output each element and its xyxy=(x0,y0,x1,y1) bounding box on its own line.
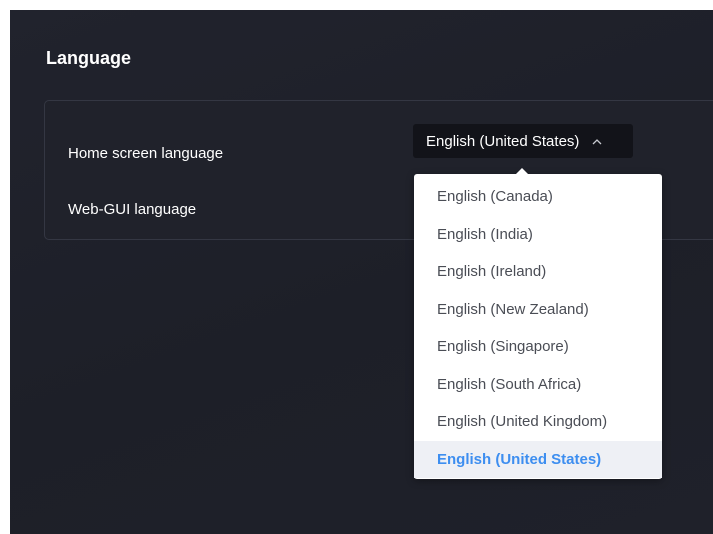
web-gui-language-label: Web-GUI language xyxy=(68,201,197,218)
section-title: Language xyxy=(46,48,132,68)
language-options-list: English (Canada) English (India) English… xyxy=(414,174,662,478)
language-option-selected[interactable]: English (United States) xyxy=(414,440,662,478)
language-option[interactable]: English (India) xyxy=(414,216,662,254)
language-option[interactable]: English (United Kingdom) xyxy=(414,403,662,441)
dropdown-pointer xyxy=(515,168,529,175)
language-dropdown-menu: English (Canada) English (India) English… xyxy=(414,168,662,479)
language-option[interactable]: English (South Africa) xyxy=(414,366,662,404)
language-option[interactable]: English (Canada) xyxy=(414,178,662,216)
language-option[interactable]: English (New Zealand) xyxy=(414,291,662,329)
chevron-up-icon xyxy=(591,135,603,147)
home-screen-language-label: Home screen language xyxy=(68,145,224,162)
home-screen-language-select[interactable]: English (United States) xyxy=(413,124,633,158)
select-current-value: English (United States) xyxy=(426,132,580,150)
language-option[interactable]: English (Ireland) xyxy=(414,253,662,291)
settings-panel: Language Home screen language Web-GUI la… xyxy=(10,10,713,534)
language-option[interactable]: English (Singapore) xyxy=(414,328,662,366)
